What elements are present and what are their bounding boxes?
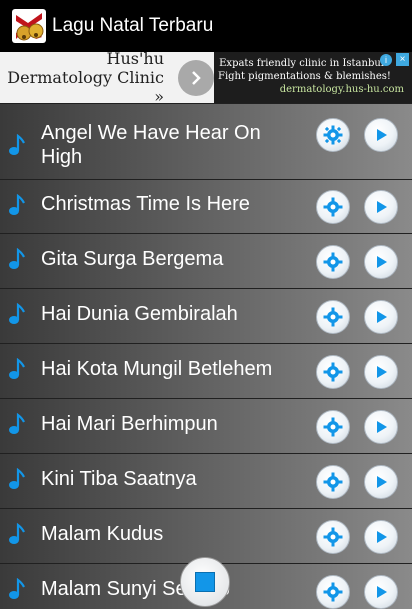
gear-icon[interactable] [316, 190, 350, 224]
list-item[interactable]: Malam Kudus [0, 508, 412, 563]
play-icon[interactable] [364, 300, 398, 334]
ad-left-panel[interactable]: Hus'hu Dermatology Clinic » [0, 49, 214, 106]
music-note-icon [9, 413, 25, 434]
song-title[interactable]: Hai Kota Mungil Betlehem [41, 357, 301, 381]
gear-icon[interactable] [316, 410, 350, 444]
music-note-icon [9, 303, 25, 324]
app-logo-icon [12, 9, 46, 43]
gear-icon[interactable] [316, 118, 350, 152]
play-icon[interactable] [364, 245, 398, 279]
list-item[interactable]: Hai Mari Berhimpun [0, 398, 412, 453]
gear-icon[interactable] [316, 245, 350, 279]
song-title[interactable]: Hai Mari Berhimpun [41, 412, 301, 436]
list-item[interactable]: Hai Dunia Gembiralah [0, 288, 412, 343]
song-title[interactable]: Malam Kudus [41, 522, 301, 546]
song-title[interactable]: Gita Surga Bergema [41, 247, 301, 271]
play-icon[interactable] [364, 410, 398, 444]
stop-icon [195, 572, 215, 592]
song-title[interactable]: Malam Sunyi Senyap [41, 577, 301, 601]
music-note-icon [9, 468, 25, 489]
song-list[interactable]: Angel We Have Hear On High Christmas Tim… [0, 103, 412, 609]
gear-icon[interactable] [316, 300, 350, 334]
ad-line-2: Fight pigmentations & blemishes! [218, 71, 391, 82]
music-note-icon [9, 194, 25, 215]
list-item[interactable]: Christmas Time Is Here [0, 179, 412, 233]
ad-close-icon[interactable]: × [396, 53, 409, 66]
list-item[interactable]: Angel We Have Hear On High [0, 103, 412, 169]
gear-icon[interactable] [316, 465, 350, 499]
song-title[interactable]: Angel We Have Hear On High [41, 121, 301, 169]
music-note-icon [9, 358, 25, 379]
ad-right-panel[interactable]: i × Expats friendly clinic in Istanbul F… [214, 52, 412, 103]
title-bar: Lagu Natal Terbaru [0, 0, 412, 52]
song-title[interactable]: Christmas Time Is Here [41, 192, 301, 216]
chevron-right-icon[interactable] [178, 60, 214, 96]
music-note-icon [9, 134, 25, 155]
list-item[interactable]: Gita Surga Bergema [0, 233, 412, 288]
app-title: Lagu Natal Terbaru [52, 15, 214, 36]
ad-left-text: Hus'hu Dermatology Clinic » [7, 49, 164, 106]
stop-button[interactable] [180, 557, 230, 607]
play-icon[interactable] [364, 355, 398, 389]
play-icon[interactable] [364, 575, 398, 609]
music-note-icon [9, 248, 25, 269]
gear-icon[interactable] [316, 575, 350, 609]
ad-info-icon[interactable]: i [380, 54, 392, 66]
play-icon[interactable] [364, 520, 398, 554]
music-note-icon [9, 523, 25, 544]
play-icon[interactable] [364, 118, 398, 152]
list-item[interactable]: Kini Tiba Saatnya [0, 453, 412, 508]
play-icon[interactable] [364, 190, 398, 224]
gear-icon[interactable] [316, 355, 350, 389]
song-title[interactable]: Kini Tiba Saatnya [41, 467, 301, 491]
gear-icon[interactable] [316, 520, 350, 554]
music-note-icon [9, 578, 25, 599]
play-icon[interactable] [364, 465, 398, 499]
ad-banner[interactable]: Hus'hu Dermatology Clinic » i × Expats f… [0, 49, 412, 106]
list-item[interactable]: Hai Kota Mungil Betlehem [0, 343, 412, 398]
ad-url: dermatology.hus-hu.com [279, 84, 404, 95]
song-title[interactable]: Hai Dunia Gembiralah [41, 302, 301, 326]
